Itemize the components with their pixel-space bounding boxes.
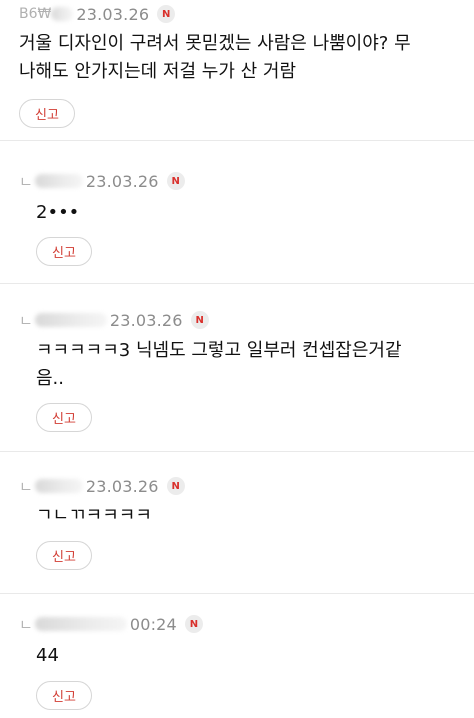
comment-text: 2••• (36, 202, 80, 223)
reply-icon: ㄴ (19, 172, 33, 191)
report-button[interactable]: 신고 (36, 541, 92, 570)
comment-meta: ㄴ 23.03.26 N (19, 476, 185, 496)
new-badge-icon: N (166, 172, 185, 190)
comment-text: ㅋㅋㅋㅋㅋ3 닉넴도 그렇고 일부러 컨셉잡은거같 음.. (36, 340, 402, 389)
comment-date: 23.03.26 (76, 4, 150, 24)
comment-list: B6₩ 23.03.26 N 거울 디자인이 구려서 못믿겠는 사람은 나뿜이야… (0, 0, 474, 718)
new-badge-icon: N (166, 477, 185, 495)
comment-date: 00:24 (129, 614, 177, 634)
comment-author[interactable]: B6₩ (19, 6, 51, 22)
author-blur[interactable] (34, 174, 83, 188)
comment-meta: ㄴ 23.03.26 N (19, 171, 185, 191)
report-button[interactable]: 신고 (36, 681, 92, 710)
report-button[interactable]: 신고 (36, 403, 92, 432)
author-blur[interactable] (34, 313, 107, 327)
comment-date: 23.03.26 (85, 171, 159, 191)
comment-text: ㄱㄴㄲㅋㅋㅋㅋ (36, 505, 152, 526)
new-badge-icon: N (190, 311, 209, 329)
reply-icon: ㄴ (19, 477, 33, 496)
comment-meta: ㄴ 23.03.26 N (19, 310, 209, 330)
comment-meta: ㄴ 00:24 N (19, 614, 203, 634)
reply-icon: ㄴ (19, 311, 33, 330)
report-button[interactable]: 신고 (19, 99, 75, 128)
comment-date: 23.03.26 (85, 476, 159, 496)
report-button[interactable]: 신고 (36, 237, 92, 266)
reply-icon: ㄴ (19, 615, 33, 634)
new-badge-icon: N (184, 615, 203, 633)
reply-item: ㄴ 23.03.26 N 2••• 신고 (0, 141, 474, 284)
comment-item: B6₩ 23.03.26 N 거울 디자인이 구려서 못믿겠는 사람은 나뿜이야… (0, 0, 474, 141)
reply-item: ㄴ 23.03.26 N ㄱㄴㄲㅋㅋㅋㅋ 신고 (0, 452, 474, 594)
comment-meta: B6₩ 23.03.26 N (19, 4, 176, 24)
new-badge-icon: N (157, 5, 176, 23)
reply-item: ㄴ 00:24 N 44 신고 (0, 594, 474, 718)
author-blur[interactable] (34, 479, 83, 493)
reply-item: ㄴ 23.03.26 N ㅋㅋㅋㅋㅋ3 닉넴도 그렇고 일부러 컨셉잡은거같 음… (0, 284, 474, 452)
comment-text: 44 (36, 645, 59, 666)
author-blur[interactable] (34, 617, 127, 631)
comment-date: 23.03.26 (109, 310, 183, 330)
comment-text: 거울 디자인이 구려서 못믿겠는 사람은 나뿜이야? 무 나해도 안가지는데 저… (19, 33, 411, 82)
author-blur (51, 7, 74, 21)
